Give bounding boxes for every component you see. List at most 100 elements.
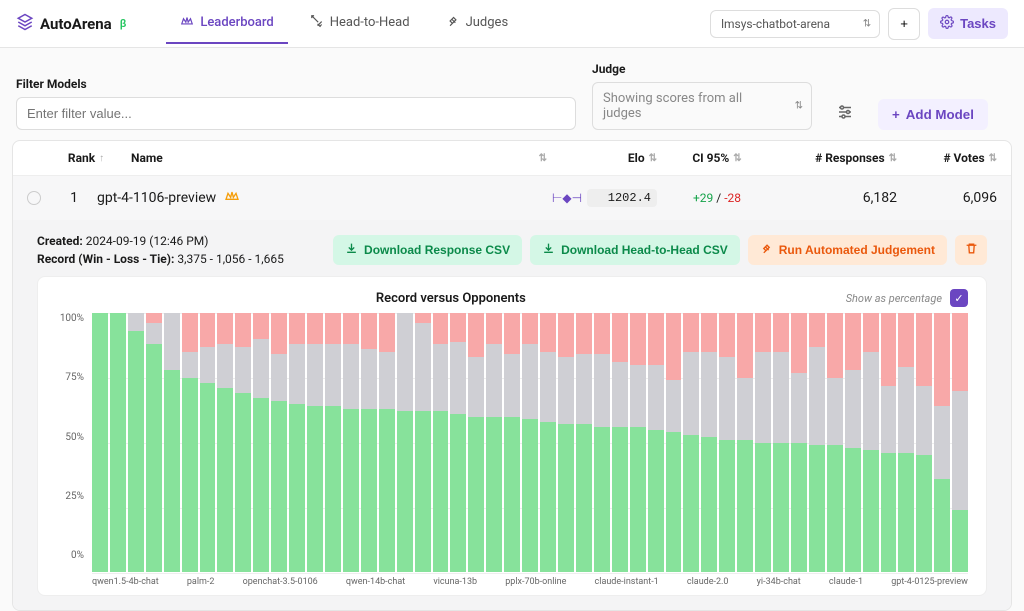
bar[interactable] bbox=[594, 313, 610, 572]
bar-seg-win bbox=[361, 409, 377, 572]
filter-bar: Filter Models Judge Showing scores from … bbox=[0, 48, 1024, 140]
tasks-button[interactable]: Tasks bbox=[928, 8, 1008, 39]
filter-settings-button[interactable] bbox=[828, 96, 862, 130]
project-select[interactable]: lmsys-chatbot-arena ⇅ bbox=[710, 10, 880, 38]
bar[interactable] bbox=[128, 313, 144, 572]
run-judgement-button[interactable]: Run Automated Judgement bbox=[748, 235, 947, 265]
th-elo[interactable]: Elo⇅ bbox=[547, 151, 657, 165]
bar[interactable] bbox=[361, 313, 377, 572]
bar[interactable] bbox=[235, 313, 251, 572]
bar-seg-win bbox=[594, 427, 610, 572]
bar[interactable] bbox=[630, 313, 646, 572]
bar[interactable] bbox=[558, 313, 574, 572]
bar[interactable] bbox=[934, 313, 950, 572]
add-project-button[interactable]: + bbox=[888, 8, 920, 40]
bar-seg-tie bbox=[540, 352, 556, 422]
bar-seg-loss bbox=[146, 313, 162, 323]
bar-seg-tie bbox=[845, 370, 861, 448]
bar-seg-loss bbox=[271, 313, 287, 354]
nav-head-to-head[interactable]: Head-to-Head bbox=[296, 4, 424, 44]
bar-seg-loss bbox=[791, 313, 807, 373]
filter-judge-label: Judge bbox=[592, 62, 812, 76]
bar[interactable] bbox=[289, 313, 305, 572]
th-responses[interactable]: # Responses⇅ bbox=[777, 151, 897, 165]
bar-seg-loss bbox=[307, 313, 323, 344]
bar[interactable] bbox=[809, 313, 825, 572]
bar[interactable] bbox=[827, 313, 843, 572]
bar[interactable] bbox=[217, 313, 233, 572]
bar[interactable] bbox=[271, 313, 287, 572]
bar[interactable] bbox=[898, 313, 914, 572]
show-pct-toggle[interactable]: ✓ bbox=[950, 289, 968, 307]
filter-models-input[interactable] bbox=[16, 97, 576, 130]
bar[interactable] bbox=[486, 313, 502, 572]
table-row[interactable]: 1 gpt-4-1106-preview ⊢◆⊣ 1202.4 +29 / -2… bbox=[13, 176, 1011, 220]
th-name[interactable]: Name⇅ bbox=[121, 151, 547, 165]
sort-icon: ⇅ bbox=[889, 153, 897, 164]
bar[interactable] bbox=[737, 313, 753, 572]
bar[interactable] bbox=[683, 313, 699, 572]
bar[interactable] bbox=[146, 313, 162, 572]
bar-seg-win bbox=[845, 448, 861, 572]
filter-models-label: Filter Models bbox=[16, 77, 576, 91]
sort-icon: ⇅ bbox=[989, 153, 997, 164]
th-rank[interactable]: Rank↑ bbox=[51, 151, 121, 165]
th-votes[interactable]: # Votes⇅ bbox=[897, 151, 997, 165]
bar[interactable] bbox=[881, 313, 897, 572]
x-tick: qwen-14b-chat bbox=[346, 577, 405, 587]
bar[interactable] bbox=[576, 313, 592, 572]
bar[interactable] bbox=[540, 313, 556, 572]
bar-seg-win bbox=[307, 406, 323, 572]
bar[interactable] bbox=[755, 313, 771, 572]
bar[interactable] bbox=[845, 313, 861, 572]
created-label: Created: bbox=[37, 234, 83, 248]
judge-select[interactable]: Showing scores from all judges ⇅ bbox=[592, 82, 812, 130]
add-model-button[interactable]: + Add Model bbox=[878, 99, 988, 130]
bar[interactable] bbox=[791, 313, 807, 572]
bar[interactable] bbox=[110, 313, 126, 572]
bar[interactable] bbox=[397, 313, 413, 572]
bar[interactable] bbox=[719, 313, 735, 572]
bar-seg-win bbox=[128, 331, 144, 572]
delete-button[interactable] bbox=[955, 235, 987, 265]
bar[interactable] bbox=[863, 313, 879, 572]
y-tick: 75% bbox=[56, 372, 84, 383]
bar-seg-loss bbox=[881, 313, 897, 386]
ci-cell: +29 / -28 bbox=[657, 191, 777, 205]
bar-seg-loss bbox=[486, 313, 502, 344]
bar-seg-tie bbox=[898, 367, 914, 452]
bar[interactable] bbox=[648, 313, 664, 572]
bar[interactable] bbox=[522, 313, 538, 572]
bar[interactable] bbox=[307, 313, 323, 572]
bar[interactable] bbox=[701, 313, 717, 572]
download-h2h-button[interactable]: Download Head-to-Head CSV bbox=[530, 235, 740, 265]
bar[interactable] bbox=[253, 313, 269, 572]
stack-icon bbox=[16, 13, 34, 35]
bar[interactable] bbox=[450, 313, 466, 572]
bar[interactable] bbox=[92, 313, 108, 572]
bar[interactable] bbox=[433, 313, 449, 572]
row-radio[interactable] bbox=[27, 191, 41, 205]
bar[interactable] bbox=[325, 313, 341, 572]
th-ci[interactable]: CI 95%⇅ bbox=[657, 151, 777, 165]
bar[interactable] bbox=[200, 313, 216, 572]
download-response-button[interactable]: Download Response CSV bbox=[333, 235, 522, 265]
bar[interactable] bbox=[612, 313, 628, 572]
bar[interactable] bbox=[415, 313, 431, 572]
bar[interactable] bbox=[182, 313, 198, 572]
bar[interactable] bbox=[343, 313, 359, 572]
bar[interactable] bbox=[666, 313, 682, 572]
nav-judges[interactable]: Judges bbox=[432, 4, 523, 44]
bar[interactable] bbox=[916, 313, 932, 572]
app-logo: AutoArena β bbox=[16, 13, 126, 35]
bar[interactable] bbox=[952, 313, 968, 572]
bar[interactable] bbox=[164, 313, 180, 572]
bar[interactable] bbox=[504, 313, 520, 572]
bar-seg-win bbox=[433, 411, 449, 572]
table-header: Rank↑ Name⇅ Elo⇅ CI 95%⇅ # Responses⇅ # … bbox=[13, 141, 1011, 176]
bar[interactable] bbox=[468, 313, 484, 572]
app-name: AutoArena bbox=[40, 15, 112, 33]
nav-leaderboard[interactable]: Leaderboard bbox=[166, 4, 287, 44]
bar[interactable] bbox=[379, 313, 395, 572]
bar[interactable] bbox=[773, 313, 789, 572]
